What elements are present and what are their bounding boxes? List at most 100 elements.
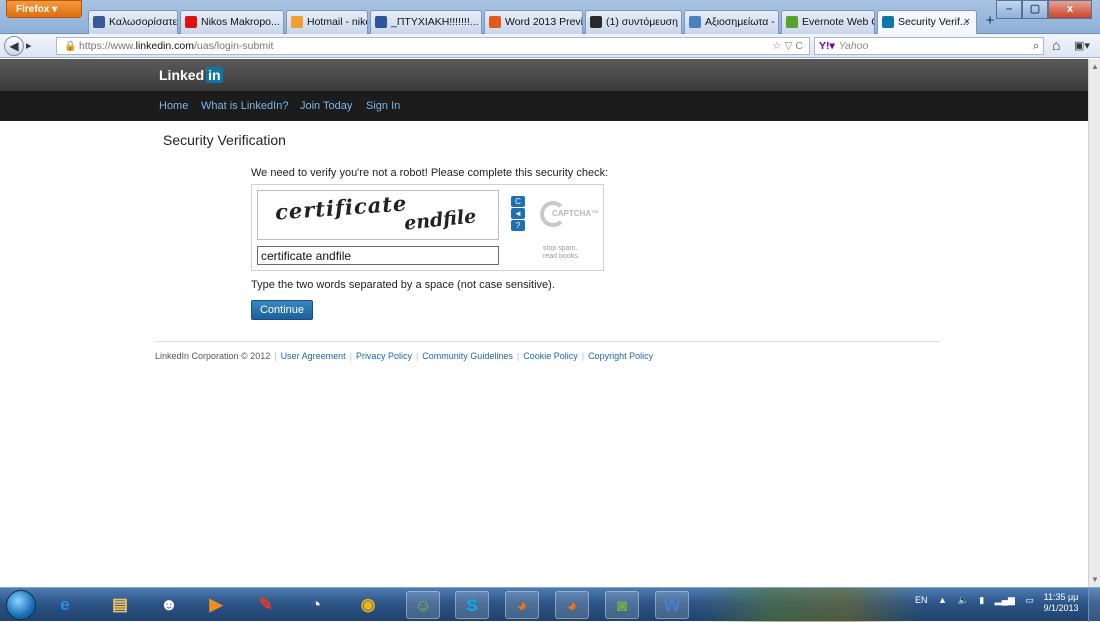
firefox-menu-label: Firefox <box>16 4 50 15</box>
back-button[interactable]: ◀ <box>4 36 24 56</box>
linkedin-header: Linked in <box>0 59 1088 91</box>
scroll-down-icon[interactable]: ▼ <box>1091 575 1099 584</box>
continue-button[interactable]: Continue <box>251 300 313 320</box>
captcha-tagline-line2: read books. <box>543 253 580 260</box>
window-controls: – ▢ x <box>996 0 1092 19</box>
url-bar[interactable]: 🔒 https://www.linkedin.com/uas/login-sub… <box>56 37 810 55</box>
explorer-icon[interactable]: ▤ <box>103 591 137 619</box>
browser-tab[interactable]: Security Verif... × <box>877 10 977 35</box>
bookmarks-icon[interactable]: ▣▾ <box>1074 39 1090 52</box>
show-desktop-button[interactable] <box>1088 588 1100 622</box>
firefox-alt-icon[interactable]: ◕ <box>555 591 589 619</box>
navigation-toolbar: ◀ ▸ 🔒 https://www.linkedin.com/uas/login… <box>0 34 1100 58</box>
captcha-tagline: stop spam. read books. <box>543 245 603 261</box>
tab-label: Security Verif... <box>898 16 969 28</box>
captcha-audio-icon[interactable]: ◄ <box>511 208 525 219</box>
system-clock[interactable]: 11:35 μμ 9/1/2013 <box>1036 592 1086 614</box>
page-scrollbar[interactable]: ▲ ▼ <box>1088 59 1100 587</box>
linkedin-nav: Home What is LinkedIn? Join Today Sign I… <box>0 91 1088 121</box>
volume-icon[interactable]: 🔈 <box>957 595 968 605</box>
tab-label: Hotmail - nikolit... <box>307 16 367 28</box>
url-controls[interactable]: ☆ ▽ C <box>772 38 803 54</box>
scroll-up-icon[interactable]: ▲ <box>1091 62 1099 71</box>
tab-label: Evernote Web Cl... <box>802 16 874 28</box>
evernote-icon[interactable]: ◙ <box>605 591 639 619</box>
search-engine-icon[interactable]: Y!▾ <box>819 40 835 52</box>
captcha-help-icon[interactable]: ? <box>511 220 525 231</box>
url-domain: linkedin.com <box>135 40 194 52</box>
browser-tab[interactable]: Nikos Makropo... <box>180 10 284 34</box>
nav-join-today-link[interactable]: Join Today <box>300 100 352 112</box>
captcha-logo-text: CAPTCHA™ <box>552 209 600 218</box>
captcha-word-1: certificate <box>274 190 409 225</box>
language-indicator[interactable]: EN <box>915 595 928 605</box>
clock-time: 11:35 μμ <box>1043 592 1079 602</box>
site-identity-icon[interactable]: ▸ <box>26 38 56 54</box>
search-placeholder: Yahoo <box>838 40 869 52</box>
word-icon[interactable]: W <box>655 591 689 619</box>
tab-favicon-icon <box>786 16 798 28</box>
tray-arrow-icon[interactable]: ▲ <box>938 595 947 605</box>
browser-tab[interactable]: Word 2013 Previ... <box>484 10 583 34</box>
action-center-icon[interactable]: ▭ <box>1025 595 1034 605</box>
url-prefix: https://www. <box>79 40 136 52</box>
captcha-hint: Type the two words separated by a space … <box>251 279 555 291</box>
page-footer: LinkedIn Corporation © 2012 | User Agreeme… <box>155 351 654 361</box>
tab-favicon-icon <box>291 16 303 28</box>
firefox-icon[interactable]: ◕ <box>505 591 539 619</box>
tab-close-icon[interactable]: × <box>964 11 970 33</box>
search-icon[interactable]: ⌕ <box>1033 38 1039 54</box>
linkedin-logo[interactable]: Linked in <box>159 67 223 83</box>
tab-favicon-icon <box>185 16 197 28</box>
skype-icon[interactable]: S <box>455 591 489 619</box>
system-tray: EN ▲ 🔈 ▮ ▂▄▆ ▭ <box>915 595 1042 606</box>
captcha-logo: CAPTCHA™ <box>540 201 600 227</box>
messenger-icon[interactable]: ☺ <box>406 591 440 619</box>
footer-privacy-policy-link[interactable]: Privacy Policy <box>356 351 412 361</box>
pin-icon[interactable]: ✎ <box>249 591 283 619</box>
captcha-image: certificate endfile <box>257 190 499 240</box>
browser-tab[interactable]: _ΠΤΥΧΙΑΚΗ!!!!!!!... <box>370 10 482 34</box>
captcha-refresh-icon[interactable]: C <box>511 196 525 207</box>
browser-tab[interactable]: Αξιοσημείωτα - ... <box>684 10 779 34</box>
start-button[interactable] <box>6 590 36 620</box>
captcha-response-input[interactable] <box>257 246 499 265</box>
captcha-word-2: endfile <box>403 205 478 235</box>
footer-copyright-policy-link[interactable]: Copyright Policy <box>588 351 653 361</box>
tab-favicon-icon <box>93 16 105 28</box>
minimize-button[interactable]: – <box>996 0 1022 19</box>
network-icon[interactable]: ▂▄▆ <box>995 595 1015 605</box>
tab-label: Nikos Makropo... <box>201 16 280 28</box>
battery-icon[interactable]: ▮ <box>979 595 984 605</box>
tab-favicon-icon <box>375 16 387 28</box>
browser-tab[interactable]: Evernote Web Cl... <box>781 10 875 34</box>
tab-favicon-icon <box>689 16 701 28</box>
tab-favicon-icon <box>882 16 894 28</box>
captcha-widget: certificate endfile C ◄ ? CAPTCHA™ stop … <box>251 184 604 271</box>
browser-tab[interactable]: Hotmail - nikolit... <box>286 10 368 34</box>
windows-taskbar: e ▤ ☻ ▶ ✎ ◔ ◉ ☺ S ◕ ◕ ◙ W EN ▲ 🔈 ▮ ▂▄▆ ▭ 11:35 μμ 9/… <box>0 587 1100 622</box>
footer-user-agreement-link[interactable]: User Agreement <box>281 351 346 361</box>
footer-divider <box>155 341 940 342</box>
footer-copyright: LinkedIn Corporation © 2012 <box>155 351 271 361</box>
maximize-button[interactable]: ▢ <box>1022 0 1048 19</box>
close-window-button[interactable]: x <box>1048 0 1092 19</box>
people-icon[interactable]: ☻ <box>152 591 186 619</box>
url-path: /uas/login-submit <box>193 40 274 52</box>
clock-icon[interactable]: ◔ <box>299 591 333 619</box>
tab-favicon-icon <box>590 16 602 28</box>
search-bar[interactable]: Y!▾ Yahoo ⌕ <box>814 37 1044 55</box>
browser-tab-strip: Firefox ▾ Καλωσορίσατε ... Nikos Makropo.… <box>0 0 1100 35</box>
firefox-menu-button[interactable]: Firefox ▾ <box>6 0 82 18</box>
nav-sign-in-link[interactable]: Sign In <box>366 100 400 112</box>
ie-icon[interactable]: e <box>48 591 82 619</box>
nav-what-is-linkedin-link[interactable]: What is LinkedIn? <box>201 100 288 112</box>
browser-tab[interactable]: Καλωσορίσατε ... <box>88 10 178 34</box>
footer-cookie-policy-link[interactable]: Cookie Policy <box>523 351 578 361</box>
chrome-icon[interactable]: ◉ <box>351 591 385 619</box>
footer-community-guidelines-link[interactable]: Community Guidelines <box>422 351 513 361</box>
home-icon[interactable]: ⌂ <box>1052 37 1060 53</box>
nav-home-link[interactable]: Home <box>159 100 188 112</box>
media-player-icon[interactable]: ▶ <box>199 591 233 619</box>
browser-tab[interactable]: (1) συντόμευση ... <box>585 10 682 34</box>
